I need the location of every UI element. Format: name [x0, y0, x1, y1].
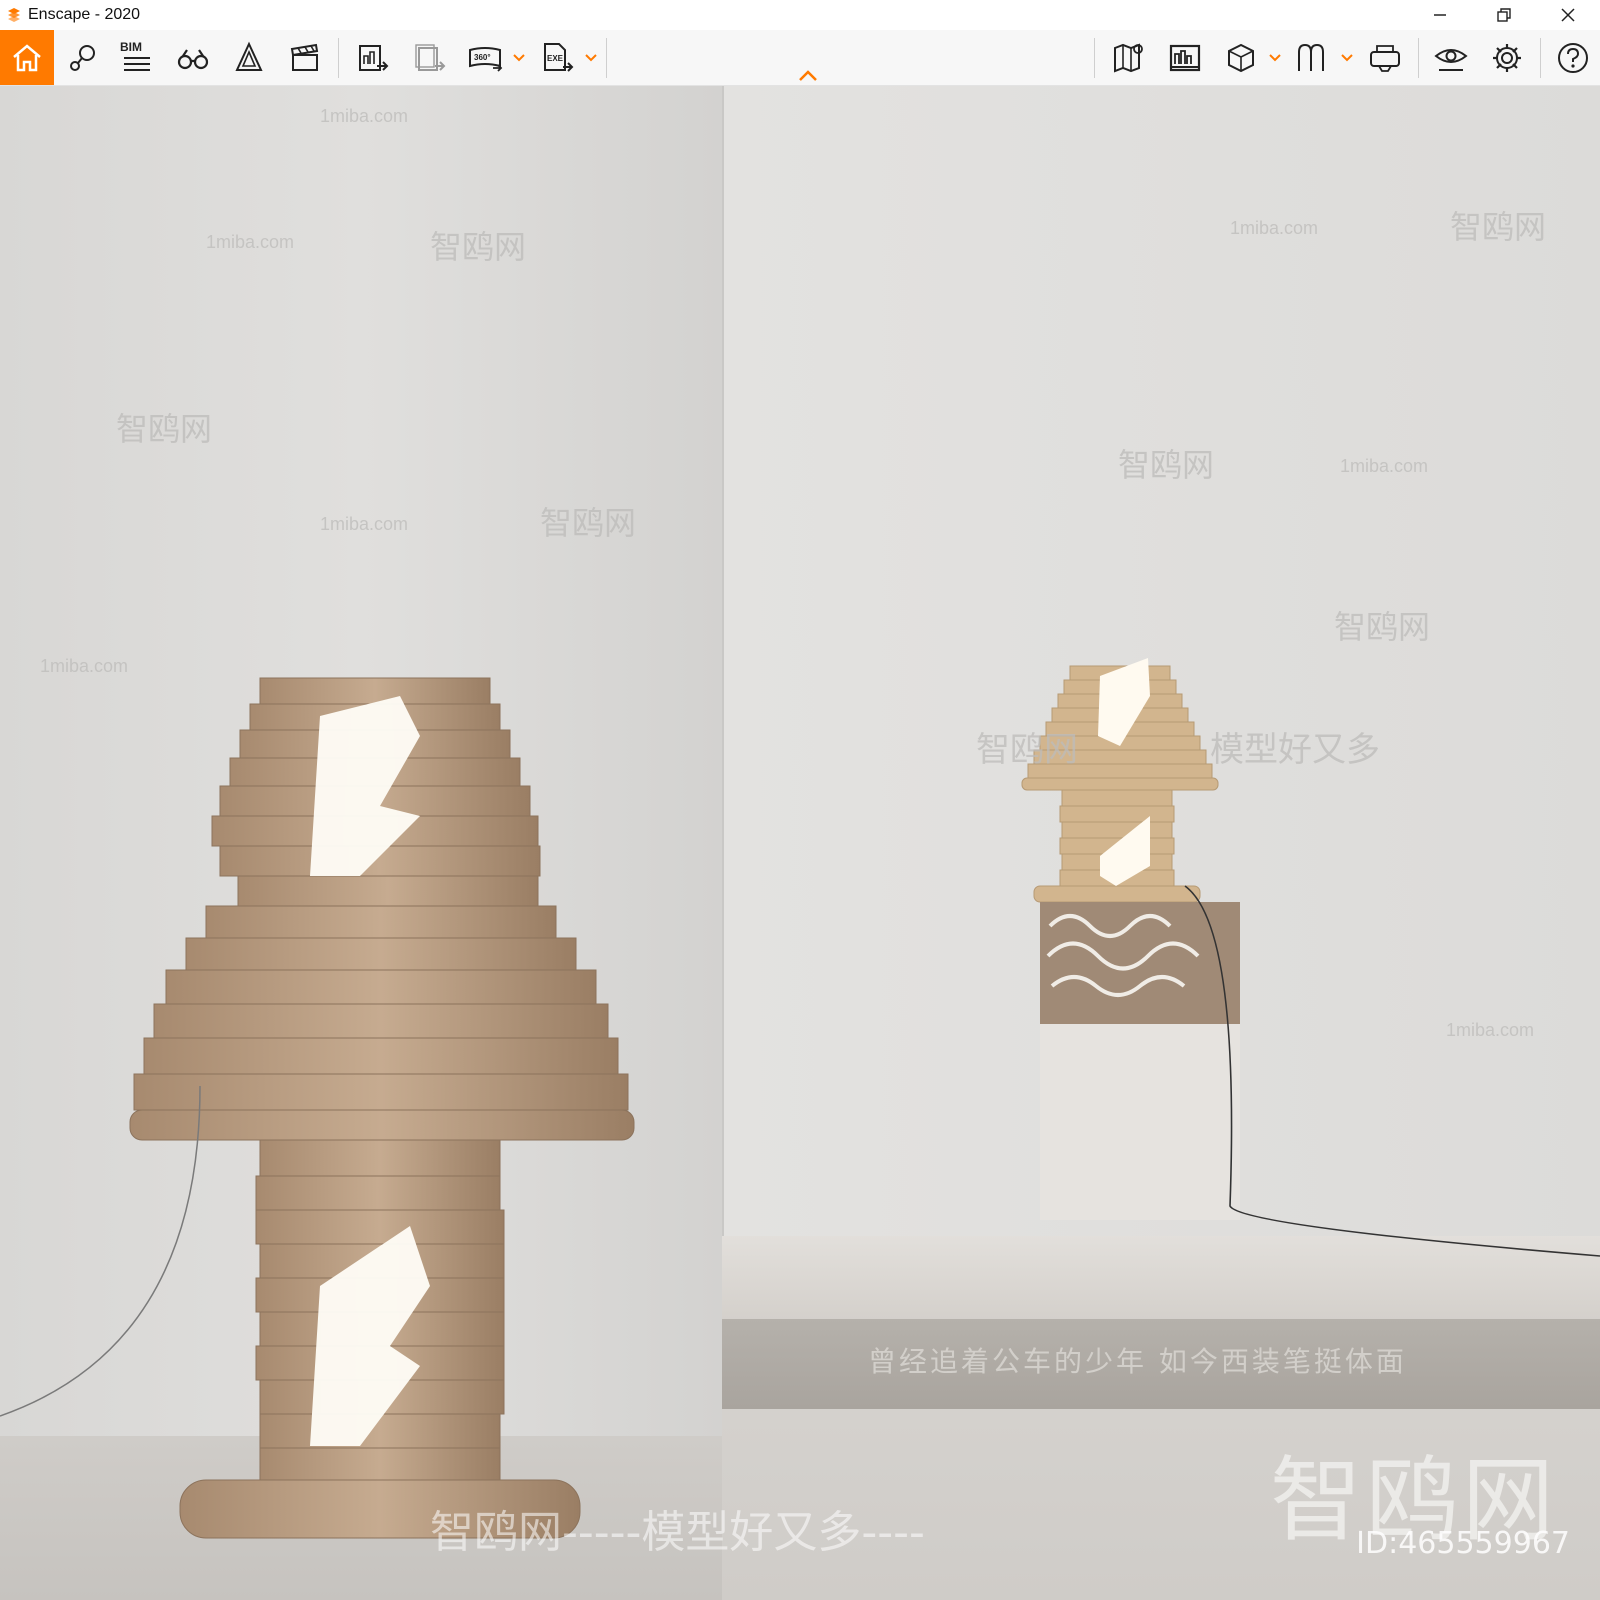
watermark-bottom: 智鸥网-----模型好又多---- [430, 1507, 925, 1558]
collapse-toolbar-icon[interactable] [796, 66, 820, 86]
enscape-logo-icon [8, 8, 20, 22]
watermark-site: 1miba.com [206, 232, 295, 252]
exe-export-icon: EXE [544, 42, 574, 72]
render-image-button[interactable] [346, 30, 400, 85]
help-button[interactable] [1546, 30, 1600, 85]
restore-icon [1497, 8, 1511, 22]
visual-settings-dropdown[interactable] [1340, 30, 1354, 85]
watermark-brand: 智鸥网 [430, 229, 527, 265]
restore-button[interactable] [1480, 0, 1528, 30]
poem-caption: 曾经追着公车的少年 如今西装笔挺体面 [868, 1345, 1407, 1378]
home-icon [13, 43, 41, 71]
pin-map-button[interactable] [56, 30, 110, 85]
close-icon [1561, 8, 1575, 22]
stacked-wood-lamp-small [1021, 658, 1600, 1257]
vr-headset-button[interactable] [1358, 30, 1412, 85]
export-image-icon [359, 44, 389, 71]
watermark-site: 1miba.com [40, 656, 129, 676]
main-toolbar: BIM 360° EXE [0, 30, 1600, 86]
cube-dropdown[interactable] [1268, 30, 1282, 85]
minimize-button[interactable] [1416, 0, 1464, 30]
watermark-site: 1miba.com [1230, 218, 1319, 238]
exe-export-button[interactable]: EXE [530, 30, 584, 85]
exe-label: EXE [547, 54, 564, 63]
watermark-site: 1miba.com [1446, 1020, 1535, 1040]
visual-settings-button[interactable] [1284, 30, 1338, 85]
minimize-icon [1434, 14, 1446, 16]
light-view-button[interactable] [222, 30, 276, 85]
watermark-brand: 智鸥网 [540, 505, 637, 541]
home-button[interactable] [0, 30, 54, 85]
help-icon [1558, 42, 1588, 73]
watermark-brand: 智鸥网 [116, 411, 213, 447]
bim-button[interactable] [110, 30, 164, 85]
toolbar-separator [606, 38, 607, 78]
binoculars-icon [177, 48, 209, 69]
chevron-down-icon [513, 53, 525, 61]
batch-render-button[interactable] [402, 30, 456, 85]
panorama-button[interactable]: 360° [458, 30, 512, 85]
exe-dropdown[interactable] [584, 30, 598, 85]
watermark-slogan: 模型好又多 [1210, 731, 1380, 769]
close-button[interactable] [1544, 0, 1592, 30]
visual-settings-icon [1298, 43, 1324, 71]
bim-list-icon [124, 56, 150, 71]
watermark-id: ID:465559967 [1356, 1526, 1570, 1561]
window-title: Enscape - 2020 [28, 6, 141, 23]
watermark-brand: 智鸥网 [1450, 209, 1547, 245]
chevron-down-icon [1269, 53, 1281, 61]
video-editor-button[interactable] [278, 30, 332, 85]
asset-library-button[interactable] [1158, 30, 1212, 85]
panorama-icon: 360° [469, 46, 503, 72]
map-button[interactable] [1102, 30, 1156, 85]
settings-button[interactable] [1480, 30, 1534, 85]
chevron-down-icon [1341, 53, 1353, 61]
toolbar-separator [1094, 38, 1095, 78]
toolbar-separator [338, 38, 339, 78]
binoculars-button[interactable] [166, 30, 220, 85]
pin-map-icon [70, 44, 95, 71]
watermark-site: 1miba.com [320, 514, 409, 534]
render-viewport[interactable]: 1miba.com 1miba.com 智鸥网 智鸥网 1miba.com 智鸥… [0, 86, 1600, 1600]
watermark-brand: 智鸥网 [1334, 609, 1431, 645]
gear-icon [1493, 43, 1521, 72]
asset-library-icon [1169, 44, 1201, 71]
lamp-cable [0, 1086, 201, 1417]
watermark-brand: 智鸥网 [976, 731, 1078, 769]
cube-icon [1228, 43, 1254, 72]
eye-icon [1434, 48, 1468, 71]
watermark-site: 1miba.com [1340, 456, 1429, 476]
panorama-dropdown[interactable] [512, 30, 526, 85]
toolbar-separator [1540, 38, 1541, 78]
clapper-icon [290, 43, 319, 71]
toolbar-separator [1418, 38, 1419, 78]
chevron-down-icon [585, 53, 597, 61]
map-icon [1114, 43, 1143, 72]
title-bar: Enscape - 2020 [0, 0, 1600, 30]
watermark-site: 1miba.com [320, 106, 409, 126]
vr-headset-icon [1370, 44, 1400, 72]
batch-render-icon [415, 43, 446, 71]
cone-icon [235, 41, 263, 71]
cube-button[interactable] [1214, 30, 1268, 85]
watermark-brand: 智鸥网 [1118, 447, 1215, 483]
panorama-label: 360° [474, 53, 491, 62]
view-settings-button[interactable] [1424, 30, 1478, 85]
